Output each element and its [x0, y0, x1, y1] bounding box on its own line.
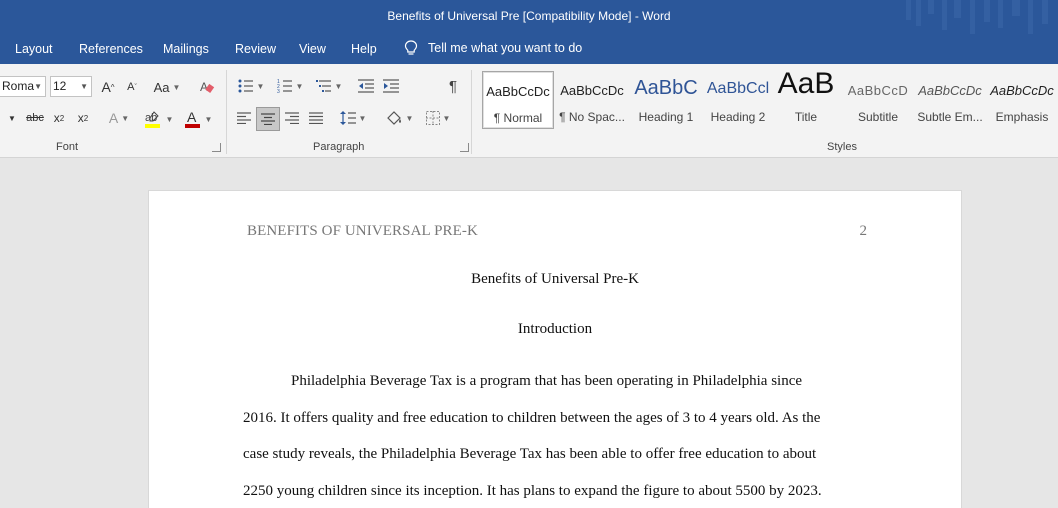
style-sample: AaBbC: [634, 77, 698, 99]
style-heading-2[interactable]: AaBbCcl Heading 2: [702, 71, 774, 129]
style-name: Heading 2: [710, 110, 766, 124]
clear-formatting-icon[interactable]: A: [196, 77, 218, 97]
title-bar: Benefits of Universal Pre [Compatibility…: [0, 0, 1058, 34]
style-name: Title: [794, 110, 818, 124]
style-sample: AaBbCcl: [706, 80, 770, 97]
paragraph-group-label: Paragraph: [313, 141, 365, 153]
title-bar-pattern: [906, 0, 1048, 34]
align-center-icon[interactable]: [256, 107, 280, 131]
tab-help[interactable]: Help: [351, 42, 377, 56]
multilevel-list-icon[interactable]: ▼: [312, 76, 346, 96]
font-size-value: 12: [53, 79, 67, 93]
font-name-value: Roma: [2, 79, 35, 93]
font-group-label: Font: [56, 141, 79, 153]
section-heading: Introduction: [517, 321, 593, 337]
align-left-icon[interactable]: [233, 107, 255, 129]
document-area: BENEFITS OF UNIVERSAL PRE-K 2 Benefits o…: [0, 158, 1058, 508]
shrink-font-icon[interactable]: Aˇ: [122, 77, 142, 97]
style-name: Subtitle: [857, 110, 899, 124]
group-divider: [471, 70, 472, 154]
tab-mailings[interactable]: Mailings: [163, 42, 209, 56]
style-sample: AaBbCcD: [847, 83, 909, 98]
svg-text:3: 3: [277, 89, 280, 93]
chevron-down-icon: ▼: [34, 82, 42, 91]
shading-icon[interactable]: ▼: [382, 107, 416, 129]
paragraph-line: 2016. It offers quality and free educati…: [243, 410, 821, 426]
paragraph-line: 2250 young children since its inception.…: [243, 483, 822, 499]
ribbon: Roma ▼ 12 ▼ A ^ Aˇ Aa ▼ A ▼ abc x2 x2 A ▼ ab ▼…: [0, 64, 1058, 158]
font-size-combo[interactable]: 12 ▼: [50, 76, 92, 97]
font-color-icon[interactable]: A ▼: [180, 108, 216, 130]
style-name: ¶ No Spac...: [559, 110, 625, 124]
increase-indent-icon[interactable]: [380, 76, 402, 96]
show-formatting-marks-icon[interactable]: ¶: [442, 76, 464, 96]
borders-icon[interactable]: ▼: [421, 107, 455, 129]
font-name-combo[interactable]: Roma ▼: [0, 76, 46, 97]
numbering-icon[interactable]: 1 2 3 ▼: [273, 76, 307, 96]
style-sample: AaB: [777, 67, 835, 100]
style-title[interactable]: AaB Title: [770, 67, 842, 129]
running-head: BENEFITS OF UNIVERSAL PRE-K: [247, 223, 478, 239]
text-effects-icon[interactable]: A ▼: [104, 108, 134, 128]
style-sample: AaBbCcDc: [560, 83, 624, 98]
ribbon-tabs: Layout References Mailings Review View H…: [0, 34, 1058, 64]
justify-icon[interactable]: [305, 107, 327, 129]
paragraph-dialog-launcher-icon[interactable]: [460, 143, 469, 152]
subscript-icon[interactable]: x2: [50, 108, 68, 128]
align-right-icon[interactable]: [281, 107, 303, 129]
tell-me-text: Tell me what you want to do: [428, 41, 583, 55]
style-no-spacing[interactable]: AaBbCcDc ¶ No Spac...: [556, 71, 628, 129]
tab-layout[interactable]: Layout: [15, 42, 53, 56]
font-dialog-launcher-icon[interactable]: [212, 143, 221, 152]
group-divider: [226, 70, 227, 154]
style-normal[interactable]: AaBbCcDc ¶ Normal: [482, 71, 554, 129]
style-name: Subtle Em...: [917, 110, 983, 124]
tab-view[interactable]: View: [299, 42, 326, 56]
style-heading-1[interactable]: AaBbC Heading 1: [630, 71, 702, 129]
chevron-down-icon: ▼: [80, 82, 88, 91]
style-name: ¶ Normal: [493, 111, 543, 125]
styles-gallery: AaBbCcDc ¶ Normal AaBbCcDc ¶ No Spac... …: [480, 67, 1058, 129]
strikethrough-icon[interactable]: abc: [24, 108, 46, 128]
svg-text:A: A: [187, 109, 197, 125]
line-spacing-icon[interactable]: ▼: [336, 107, 370, 129]
style-emphasis[interactable]: AaBbCcDc Emphasis: [986, 71, 1058, 129]
paragraph-line: Philadelphia Beverage Tax is a program t…: [291, 373, 803, 389]
bullets-icon[interactable]: ▼: [234, 76, 268, 96]
svg-text:A: A: [200, 80, 208, 94]
document-title: Benefits of Universal Pre-K: [471, 271, 639, 287]
tell-me-search[interactable]: Tell me what you want to do: [404, 40, 582, 56]
change-case-icon[interactable]: Aa ▼: [152, 77, 182, 97]
tab-review[interactable]: Review: [235, 42, 276, 56]
style-sample: AaBbCcDc: [486, 84, 550, 99]
tab-references[interactable]: References: [79, 42, 143, 56]
style-sample: AaBbCcDc: [918, 83, 982, 98]
paragraph-line: case study reveals, the Philadelphia Bev…: [243, 446, 817, 462]
grow-font-icon[interactable]: A ^: [98, 77, 118, 97]
style-name: Heading 1: [638, 110, 694, 124]
highlight-color-icon[interactable]: ab ▼: [140, 108, 176, 130]
style-name: Emphasis: [995, 110, 1049, 124]
decrease-indent-icon[interactable]: [355, 76, 377, 96]
superscript-icon[interactable]: x2: [74, 108, 92, 128]
style-subtitle[interactable]: AaBbCcD Subtitle: [842, 71, 914, 129]
lightbulb-icon: [404, 40, 418, 55]
document-page[interactable]: BENEFITS OF UNIVERSAL PRE-K 2 Benefits o…: [148, 190, 962, 508]
style-sample: AaBbCcDc: [990, 83, 1054, 98]
page-number: 2: [859, 223, 868, 239]
styles-group-label: Styles: [827, 141, 857, 153]
chevron-down-icon[interactable]: ▼: [6, 108, 18, 128]
style-subtle-emphasis[interactable]: AaBbCcDc Subtle Em...: [914, 71, 986, 129]
